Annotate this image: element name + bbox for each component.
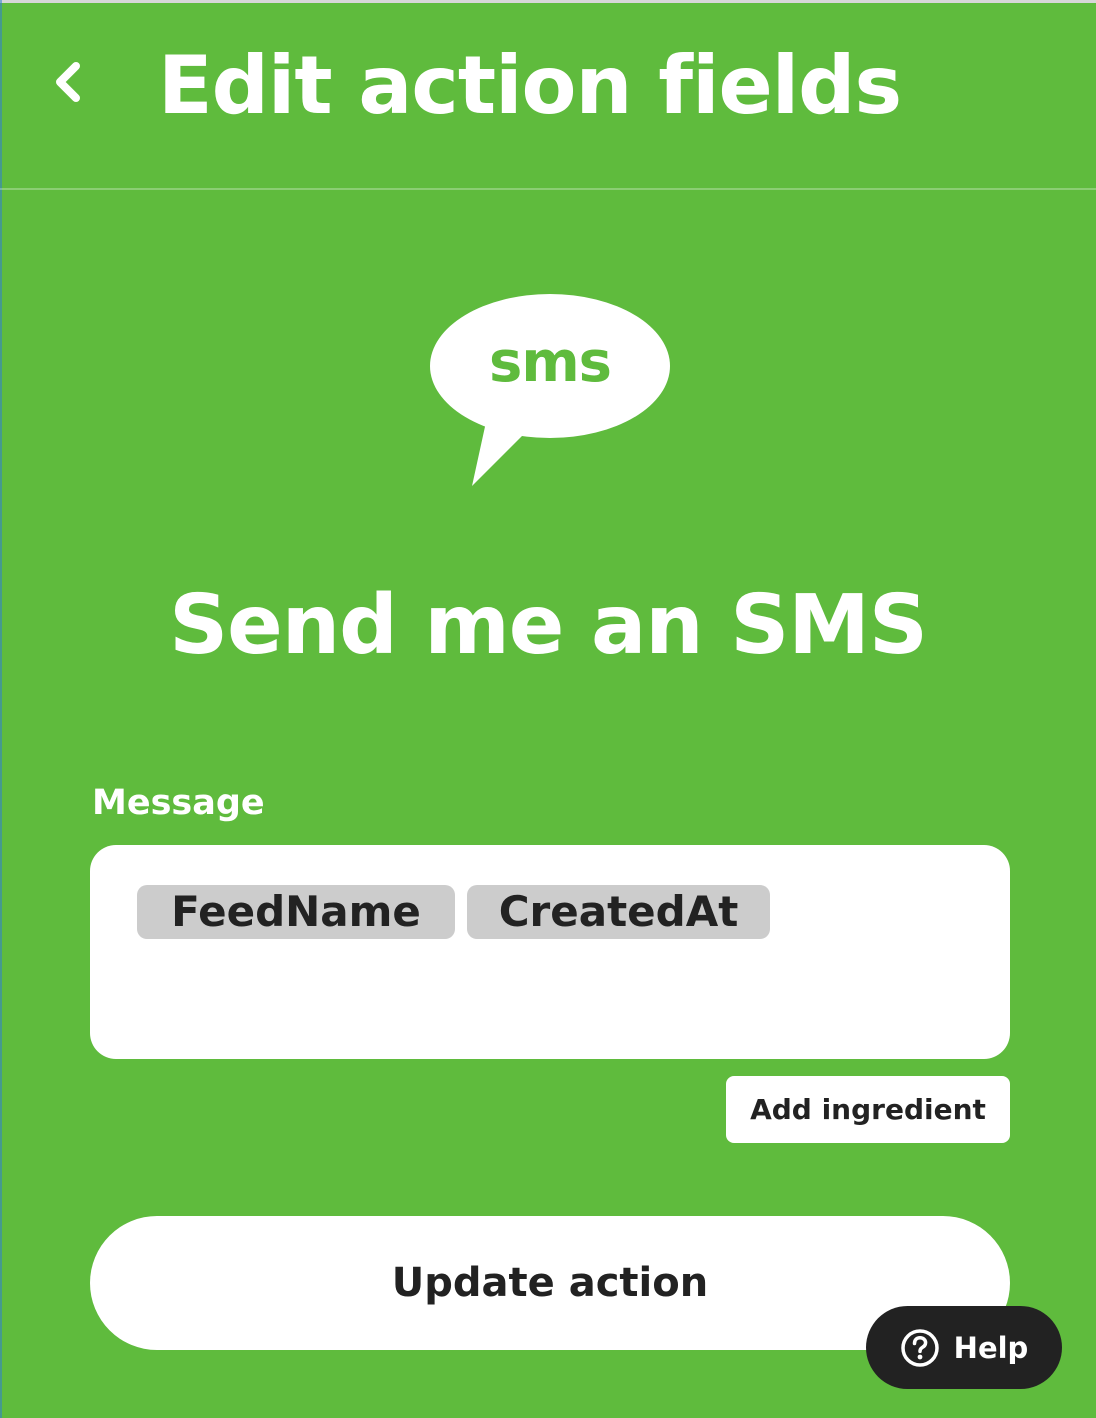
window-left-edge	[0, 0, 2, 1418]
question-circle-icon	[900, 1328, 939, 1367]
page-title: Edit action fields	[158, 39, 902, 132]
add-ingredient-button[interactable]: Add ingredient	[726, 1076, 1010, 1143]
ingredient-pill-feedname[interactable]: FeedName	[137, 885, 455, 939]
message-field-label: Message	[92, 783, 265, 823]
help-label: Help	[953, 1330, 1029, 1365]
action-title: Send me an SMS	[169, 578, 928, 673]
message-input[interactable]: FeedName CreatedAt	[90, 845, 1010, 1059]
ingredient-pill-createdat[interactable]: CreatedAt	[467, 885, 770, 939]
header-bar: Edit action fields	[0, 0, 1096, 190]
sms-logo-text: sms	[488, 330, 612, 395]
back-button[interactable]	[38, 52, 98, 112]
chevron-left-icon	[56, 62, 80, 102]
help-button[interactable]: Help	[866, 1306, 1062, 1389]
